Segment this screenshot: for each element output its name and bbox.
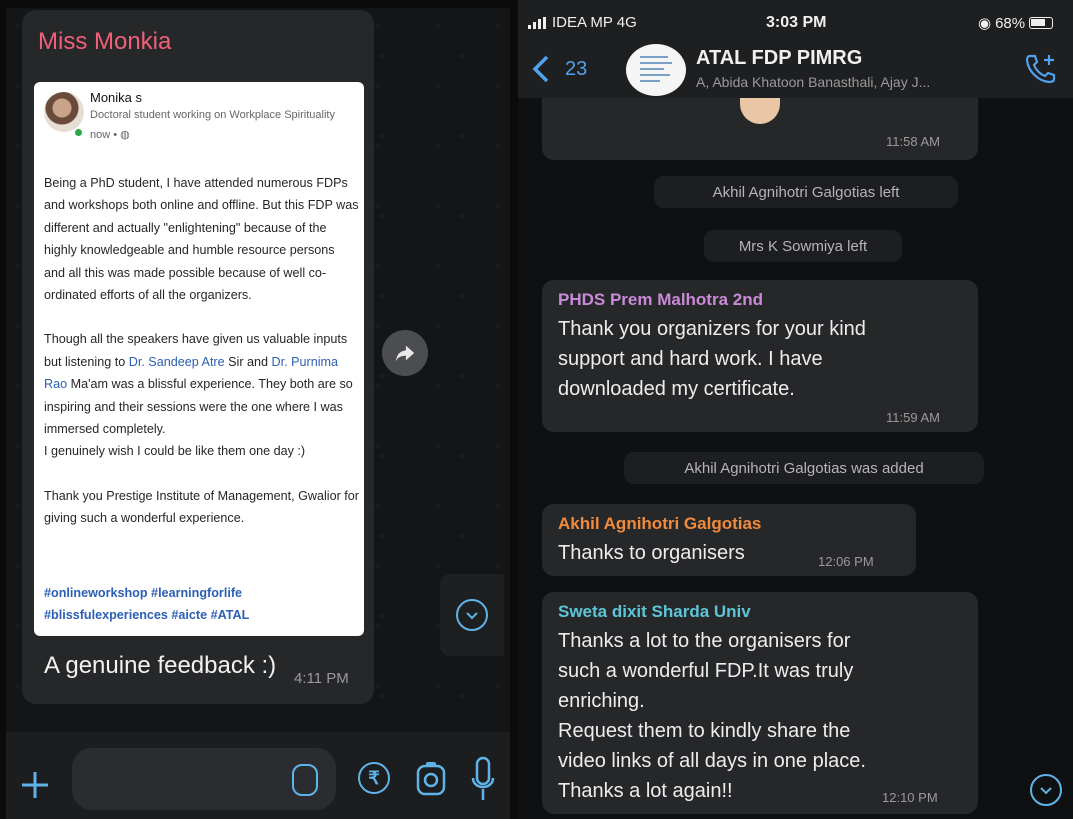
sticker-image [740,98,780,124]
back-chevron-icon[interactable] [530,54,552,84]
online-status-dot [74,128,83,137]
linkedin-post-card[interactable]: Monika s Doctoral student working on Wor… [34,82,364,636]
message-bubble[interactable]: Sweta dixit Sharda Univ Thanks a lot to … [542,592,978,814]
message-time: 11:59 AM [886,410,940,425]
alarm-icon: ◉ [978,15,992,32]
chevron-down-icon [466,612,478,620]
battery-info: ◉ 68% [978,14,1054,32]
message-bubble[interactable]: PHDS Prem Malhotra 2nd Thank you organiz… [542,280,978,432]
scroll-to-bottom-button[interactable] [1030,774,1062,806]
battery-icon [1029,17,1054,29]
clock: 3:03 PM [766,14,827,31]
post-paragraph: I genuinely wish I could be like them on… [44,444,306,459]
message-time: 11:58 AM [886,134,940,149]
payment-rupee-icon[interactable]: ₹ [358,762,390,794]
plus-icon[interactable] [20,770,50,800]
post-body: Being a PhD student, I have attended num… [44,172,359,530]
message-text: Thanks a lot to the organisers for such … [558,630,866,802]
screenshot-collage: Miss Monkia Monika s Doctoral student wo… [0,0,1073,819]
chevron-down-icon [1040,787,1052,795]
signal-icon [528,16,546,29]
carrier-info: IDEA MP 4G [528,14,637,31]
sender-name: Akhil Agnihotri Galgotias [558,514,762,533]
camera-icon[interactable] [416,760,446,796]
add-call-icon[interactable] [1024,52,1058,86]
system-notice: Akhil Agnihotri Galgotias was added [624,452,984,484]
post-paragraph: Thank you Prestige Institute of Manageme… [44,488,359,526]
message-caption: A genuine feedback :) [44,652,277,679]
post-paragraph: Though all the speakers have given us va… [44,332,353,437]
group-title[interactable]: ATAL FDP PIMRG [696,47,862,70]
scroll-to-bottom-button[interactable] [440,574,504,656]
message-bubble[interactable]: 11:58 AM [542,98,978,160]
post-time-text: now • [90,129,121,141]
post-hashtags[interactable]: #onlineworkshop #learningforlife #blissf… [44,582,359,626]
message-time: 4:11 PM [294,670,349,687]
forward-button[interactable] [382,330,428,376]
message-text: Thanks to organisers [558,542,745,564]
message-text: Thank you organizers for your kind suppo… [558,318,866,400]
group-avatar[interactable] [626,44,686,96]
globe-icon: ◍ [120,129,130,141]
message-time: 12:06 PM [818,554,874,569]
post-timestamp: now • ◍ [90,128,130,141]
mention-link[interactable]: Dr. Sandeep Atre [129,355,225,369]
sender-name: Sweta dixit Sharda Univ [558,602,751,621]
system-notice: Mrs K Sowmiya left [704,230,902,262]
forward-arrow-icon [395,345,415,362]
post-author-name: Monika s [90,90,143,105]
sticker-icon[interactable] [292,764,318,796]
system-notice: Akhil Agnihotri Galgotias left [654,176,958,208]
post-paragraph: Being a PhD student, I have attended num… [44,176,359,303]
group-members: A, Abida Khatoon Banasthali, Ajay J... [696,74,931,90]
author-avatar [44,92,84,132]
microphone-icon[interactable] [470,756,496,802]
message-time: 12:10 PM [882,790,938,805]
post-author-headline: Doctoral student working on Workplace Sp… [90,109,335,121]
unread-count[interactable]: 23 [565,58,587,81]
sender-name: PHDS Prem Malhotra 2nd [558,290,763,309]
message-bubble[interactable]: Akhil Agnihotri Galgotias Thanks to orga… [542,504,916,576]
sender-name: Miss Monkia [38,28,172,55]
